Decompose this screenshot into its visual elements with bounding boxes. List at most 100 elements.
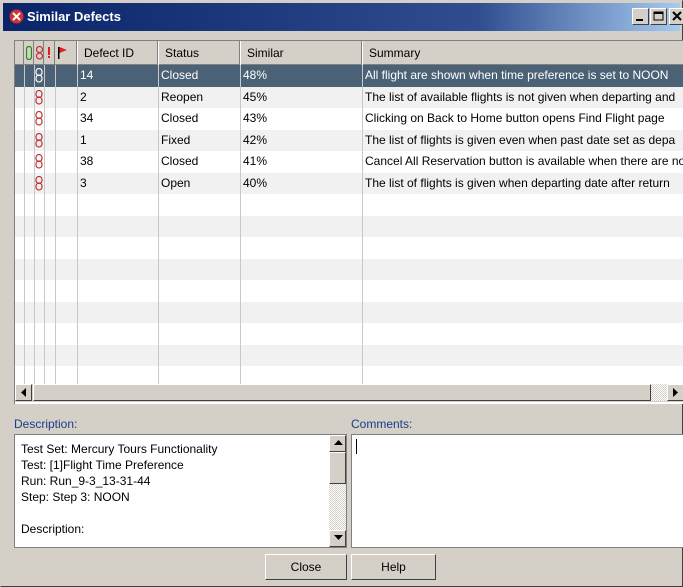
defect-id-cell: 3 <box>80 175 87 190</box>
linked-icon <box>36 46 43 60</box>
attachment-icon <box>26 46 32 60</box>
grid-header: Defect ID Status Similar Summary <box>15 41 683 65</box>
scroll-down-button[interactable] <box>329 530 346 547</box>
window-title: Similar Defects <box>27 9 121 24</box>
defect-app-icon <box>9 9 24 24</box>
defect-id-cell: 38 <box>80 154 94 168</box>
description-box: Test Set: Mercury Tours Functionality Te… <box>14 434 347 548</box>
column-divider <box>158 65 159 384</box>
column-header-similar[interactable]: Similar <box>240 41 362 65</box>
linked-icon <box>35 132 43 151</box>
status-cell: Open <box>161 175 191 190</box>
description-vertical-scrollbar[interactable] <box>329 435 346 547</box>
help-button[interactable]: Help <box>351 554 436 580</box>
linked-icon <box>35 175 43 194</box>
table-row[interactable] <box>15 344 683 366</box>
summary-cell: The list of flights is given when depart… <box>365 175 670 190</box>
column-header-defect-id[interactable]: Defect ID <box>77 41 158 65</box>
row-indicator-header <box>15 41 24 65</box>
close-window-button[interactable] <box>669 8 683 25</box>
column-divider <box>240 65 241 384</box>
status-cell: Closed <box>161 154 199 168</box>
table-row[interactable] <box>15 280 683 302</box>
table-row[interactable] <box>15 237 683 259</box>
column-header-status[interactable]: Status <box>158 41 240 65</box>
summary-cell: All flight are shown when time preferenc… <box>365 68 669 82</box>
status-cell: Closed <box>161 68 199 82</box>
similar-defects-grid: Defect ID Status Similar Summary 14 Close… <box>14 40 683 404</box>
defect-id-cell: 34 <box>80 111 94 125</box>
table-row[interactable] <box>15 215 683 237</box>
linked-header[interactable] <box>34 41 44 65</box>
description-label: Description: <box>14 417 78 431</box>
similar-cell: 45% <box>243 89 268 104</box>
close-icon <box>672 11 682 21</box>
summary-cell: Clicking on Back to Home button opens Fi… <box>365 111 665 125</box>
description-text: Test Set: Mercury Tours Functionality Te… <box>21 442 218 536</box>
column-divider <box>44 65 45 384</box>
grid-rows: 14 Closed 48% All flight are shown when tim… <box>15 65 683 366</box>
description-scroll-track[interactable] <box>329 484 346 530</box>
table-row[interactable]: 3 Open 40% The list of flights is given whe… <box>15 172 683 194</box>
close-button[interactable]: Close <box>265 554 347 580</box>
flag-icon <box>58 47 67 59</box>
linked-icon <box>35 89 43 108</box>
text-caret <box>356 439 357 454</box>
table-row[interactable]: 38 Closed 41% Cancel All Reservation button… <box>15 151 683 173</box>
linked-icon <box>35 67 43 86</box>
flag-header[interactable] <box>55 41 77 65</box>
column-divider <box>34 65 35 384</box>
summary-cell: Cancel All Reservation button is availab… <box>365 154 683 168</box>
column-divider <box>77 65 78 384</box>
column-divider <box>55 65 56 384</box>
table-row[interactable] <box>15 258 683 280</box>
horizontal-scroll-track[interactable] <box>651 384 667 401</box>
table-row[interactable] <box>15 194 683 216</box>
arrow-right-icon <box>673 388 678 397</box>
similar-cell: 43% <box>243 111 268 125</box>
table-row[interactable]: 1 Fixed 42% The list of flights is given ev… <box>15 129 683 151</box>
scroll-up-button[interactable] <box>329 435 346 452</box>
defect-id-cell: 1 <box>80 132 87 147</box>
similar-cell: 48% <box>243 68 268 82</box>
attachment-header[interactable] <box>24 41 34 65</box>
table-row[interactable] <box>15 301 683 323</box>
description-scroll-thumb[interactable] <box>329 452 346 484</box>
similar-cell: 40% <box>243 175 268 190</box>
table-row[interactable] <box>15 323 683 345</box>
horizontal-scroll-thumb[interactable] <box>33 384 651 401</box>
comments-field[interactable] <box>351 434 683 548</box>
scroll-right-button[interactable] <box>667 384 683 401</box>
priority-icon <box>48 47 50 58</box>
table-row[interactable]: 14 Closed 48% All flight are shown when tim… <box>15 65 683 87</box>
arrow-down-icon <box>334 535 343 540</box>
minimize-icon <box>636 19 643 21</box>
summary-cell: The list of available flights is not giv… <box>365 89 676 104</box>
status-cell: Fixed <box>161 132 191 147</box>
column-divider <box>362 65 363 384</box>
column-header-summary[interactable]: Summary <box>362 41 683 65</box>
defect-id-cell: 2 <box>80 89 87 104</box>
comments-label: Comments: <box>351 417 413 431</box>
linked-icon <box>35 110 43 129</box>
similar-cell: 41% <box>243 154 268 168</box>
title-bar[interactable]: Similar Defects <box>3 3 683 31</box>
arrow-up-icon <box>334 440 343 445</box>
linked-icon <box>35 153 43 172</box>
similar-defects-window: Similar Defects Defect ID Status Similar… <box>0 0 683 587</box>
defect-id-cell: 14 <box>80 68 94 82</box>
column-divider <box>24 65 25 384</box>
maximize-button[interactable] <box>650 8 667 25</box>
horizontal-scrollbar[interactable] <box>15 384 683 402</box>
arrow-left-icon <box>21 388 26 397</box>
status-cell: Reopen <box>161 89 204 104</box>
table-row[interactable]: 34 Closed 43% Clicking on Back to Home butt… <box>15 108 683 130</box>
similar-cell: 42% <box>243 132 268 147</box>
status-cell: Closed <box>161 111 199 125</box>
maximize-icon <box>653 11 664 21</box>
scroll-left-button[interactable] <box>15 384 32 401</box>
summary-cell: The list of flights is given even when p… <box>365 132 676 147</box>
priority-header[interactable] <box>44 41 55 65</box>
table-row[interactable]: 2 Reopen 45% The list of available flights … <box>15 86 683 108</box>
minimize-button[interactable] <box>632 8 649 25</box>
